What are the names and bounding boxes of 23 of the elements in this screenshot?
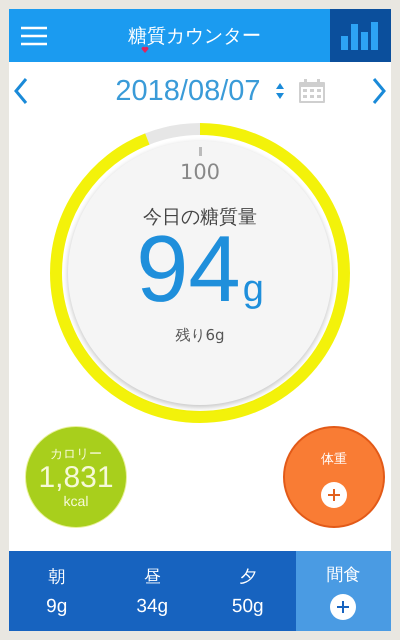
heart-icon [141,46,149,52]
bar-chart-button[interactable] [330,9,391,62]
calorie-label: カロリー [50,445,102,463]
tick-mark [198,147,202,156]
gauge-track [145,123,200,145]
snack-tab[interactable]: 間食 [296,551,391,631]
max-value: 100 [180,160,220,184]
menu-icon[interactable] [20,26,48,46]
calorie-value: 1,831 [38,463,114,493]
unit-label: g [242,268,264,311]
weight-button[interactable]: 体重 [283,426,385,528]
sort-icon[interactable] [274,82,285,100]
app-title: 糖質カウンター [128,26,261,46]
gauge-label: 今日の糖質量 [143,205,257,230]
plus-icon [321,482,347,508]
remaining-text: 残り6g [175,326,225,345]
calorie-card[interactable]: カロリー 1,831 kcal [25,426,127,528]
calorie-unit: kcal [64,493,88,509]
next-icon[interactable] [371,77,387,105]
bar-chart-icon [340,22,380,50]
plus-icon [330,594,356,620]
previous-icon[interactable] [13,77,29,105]
date-text[interactable]: 2018/08/07 [115,74,261,108]
